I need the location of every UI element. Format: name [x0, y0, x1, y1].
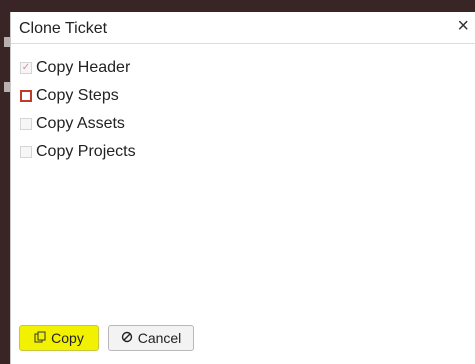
option-copy-steps[interactable]: Copy Steps	[20, 82, 136, 110]
cancel-button[interactable]: Cancel	[108, 325, 194, 351]
backdrop	[0, 0, 475, 12]
option-label: Copy Projects	[36, 143, 136, 160]
cancel-button-label: Cancel	[137, 330, 182, 346]
option-copy-header[interactable]: ✓ Copy Header	[20, 54, 136, 82]
copy-button[interactable]: Copy	[19, 325, 99, 351]
copy-options-list: ✓ Copy Header Copy Steps Copy Assets Cop…	[20, 54, 136, 166]
option-label: Copy Assets	[36, 115, 125, 132]
option-copy-assets[interactable]: Copy Assets	[20, 110, 136, 138]
copy-icon	[34, 331, 46, 346]
copy-assets-checkbox[interactable]	[20, 118, 32, 130]
copy-projects-checkbox[interactable]	[20, 146, 32, 158]
dialog-title: Clone Ticket	[19, 20, 108, 37]
backdrop-left-edge	[0, 0, 10, 364]
dialog-titlebar: Clone Ticket ×	[11, 12, 475, 44]
cancel-icon	[121, 331, 133, 346]
copy-button-label: Copy	[51, 330, 84, 346]
option-label: Copy Header	[36, 59, 131, 76]
option-copy-projects[interactable]: Copy Projects	[20, 138, 136, 166]
copy-header-checkbox[interactable]: ✓	[20, 62, 32, 74]
clone-ticket-dialog: Clone Ticket × ✓ Copy Header Copy Steps …	[10, 12, 475, 364]
close-icon[interactable]: ×	[457, 16, 469, 36]
copy-steps-checkbox[interactable]	[20, 90, 32, 102]
option-label: Copy Steps	[36, 87, 119, 104]
